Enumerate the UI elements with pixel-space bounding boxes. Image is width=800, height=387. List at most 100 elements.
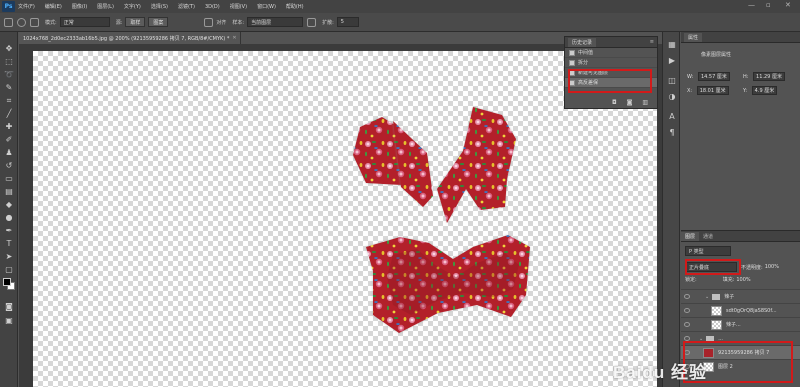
menu-view[interactable]: 视图(V) [230, 3, 247, 10]
layers-panel-tabs: 图层 通道 [681, 231, 800, 242]
close-document-icon[interactable]: ✕ [232, 35, 236, 41]
history-panel-header: 历史记录 ≡ [565, 37, 657, 48]
document-tab[interactable]: 1024x768_2d0ec2333ab16b5.jpg @ 200% (921… [19, 32, 241, 44]
properties-tab[interactable]: 属性 [684, 32, 703, 42]
healing-brush-tool-icon[interactable] [4, 17, 13, 27]
sample-select[interactable]: 当前图层 [247, 17, 304, 27]
stamp-tool-icon[interactable]: ♟ [4, 148, 14, 157]
adjustments-panel-icon[interactable]: ◑ [667, 92, 677, 101]
mode-select[interactable]: 正常 [59, 17, 110, 27]
menu-3d[interactable]: 3D(D) [205, 4, 220, 10]
menu-select[interactable]: 选择(S) [151, 3, 168, 10]
screen-mode-icon[interactable]: ▣ [4, 316, 14, 325]
healing-tool-icon[interactable]: ✚ [4, 122, 14, 131]
fill-value[interactable]: 100% [736, 277, 750, 283]
clone-source-icon[interactable] [30, 17, 39, 27]
source-sampled-button[interactable]: 取样 [125, 17, 146, 27]
layer-thumbnail [711, 305, 722, 316]
fill-label: 填充: [722, 277, 735, 283]
opacity-value[interactable]: 100% [765, 264, 779, 270]
y-label: Y: [743, 88, 748, 94]
history-item[interactable]: 中间值 [565, 48, 657, 58]
layer-kind-filter[interactable]: P 类型 [685, 246, 731, 256]
blur-tool-icon[interactable]: ◆ [4, 200, 14, 209]
menu-bar: Ps 文件(F) 编辑(E) 图像(I) 图层(L) 文字(Y) 选择(S) 滤… [0, 0, 800, 13]
lock-label: 锁定: [685, 277, 697, 283]
width-input[interactable]: 14.57 厘米 [697, 72, 730, 81]
chevron-down-icon[interactable]: ⌄ [705, 294, 709, 300]
lasso-tool-icon[interactable]: ➰ [4, 70, 14, 79]
quick-mask-icon[interactable]: ◙ [4, 302, 14, 311]
glyph-shape-group [353, 107, 530, 333]
tools-panel: ✥ ⬚ ➰ ✎ ⌗ ╱ ✚ ✐ ♟ ↺ ▭ ▤ ◆ ● ✒ T ➤ ▢ ◙ ▣ [0, 32, 18, 387]
spread-input[interactable]: 5 [336, 17, 359, 27]
menu-edit[interactable]: 编辑(E) [45, 3, 62, 10]
properties-panel-header: 属性 [681, 32, 800, 43]
menu-help[interactable]: 帮助(H) [286, 3, 304, 10]
history-brush-tool-icon[interactable]: ↺ [4, 161, 14, 170]
tab-channels[interactable]: 通道 [699, 232, 717, 241]
menu-file[interactable]: 文件(F) [18, 3, 35, 10]
minimize-button[interactable]: — [748, 1, 755, 9]
visibility-eye-icon[interactable] [684, 322, 690, 327]
shape-tool-icon[interactable]: ▢ [4, 265, 14, 274]
character-panel-icon[interactable]: A [667, 112, 677, 121]
actions-panel-icon[interactable]: ▶ [667, 56, 677, 65]
y-row: Y: 4.9 厘米 [743, 86, 778, 95]
align-label: 对齐 [216, 19, 227, 26]
crop-tool-icon[interactable]: ⌗ [4, 96, 14, 105]
history-tab[interactable]: 历史记录 [568, 37, 597, 47]
menu-window[interactable]: 窗口(W) [257, 3, 276, 10]
width-label: W: [687, 74, 694, 80]
foreground-color-swatch[interactable] [3, 278, 11, 286]
visibility-eye-icon[interactable] [684, 294, 690, 299]
layer-name: sdt0gOrQ8jaS8S0f... [726, 307, 777, 314]
type-tool-icon[interactable]: T [4, 239, 14, 248]
height-input[interactable]: 11.29 厘米 [753, 72, 785, 81]
eyedropper-tool-icon[interactable]: ╱ [4, 109, 14, 118]
history-item[interactable]: 拆分 [565, 58, 657, 68]
tab-layers[interactable]: 图层 [681, 231, 700, 241]
path-select-tool-icon[interactable]: ➤ [4, 252, 14, 261]
x-input[interactable]: 18.01 厘米 [696, 86, 729, 95]
history-footer-icons[interactable]: ◘ ◙ ▥ [612, 99, 652, 106]
history-state-icon [569, 59, 575, 66]
history-item-label: 中间值 [578, 50, 594, 56]
visibility-eye-icon[interactable] [684, 308, 690, 313]
source-pattern-button[interactable]: 图案 [148, 17, 169, 27]
highlight-box-blend-mode [685, 259, 741, 275]
brush-tool-icon[interactable]: ✐ [4, 135, 14, 144]
gradient-tool-icon[interactable]: ▤ [4, 187, 14, 196]
menu-layer[interactable]: 图层(L) [97, 3, 114, 10]
panel-menu-icon[interactable]: ≡ [650, 39, 654, 45]
close-window-button[interactable]: ✕ [785, 1, 791, 9]
layer-row[interactable]: sdt0gOrQ8jaS8S0f... [681, 303, 800, 317]
y-input[interactable]: 4.9 厘米 [751, 86, 778, 95]
history-panel-icon[interactable]: ▦ [667, 40, 677, 49]
history-panel: 历史记录 ≡ 中间值 拆分 新建可见图层 高反差保 ◘ ◙ ▥ [564, 36, 658, 109]
opacity-label: 不透明度: [741, 264, 763, 271]
height-label: H: [743, 74, 749, 80]
sample-label: 样本: [232, 19, 245, 26]
restore-button[interactable]: ▫ [766, 1, 771, 9]
folder-icon [712, 293, 721, 300]
x-label: X: [687, 88, 693, 94]
marquee-tool-icon[interactable]: ⬚ [4, 57, 14, 66]
paragraph-panel-icon[interactable]: ¶ [667, 128, 677, 137]
move-tool-icon[interactable]: ✥ [4, 44, 14, 53]
highlight-box-history [568, 69, 652, 93]
properties-panel: 属性 像素图层属性 W: 14.57 厘米 H: 11.29 厘米 X: 18.… [681, 32, 800, 230]
menu-image[interactable]: 图像(I) [72, 3, 87, 10]
ignore-adjustment-icon[interactable] [307, 17, 317, 27]
menu-filter[interactable]: 滤镜(T) [178, 3, 195, 10]
brush-preset-icon[interactable] [17, 17, 26, 27]
eraser-tool-icon[interactable]: ▭ [4, 174, 14, 183]
menu-type[interactable]: 文字(Y) [124, 3, 141, 10]
quick-select-tool-icon[interactable]: ✎ [4, 83, 14, 92]
pen-tool-icon[interactable]: ✒ [4, 226, 14, 235]
layer-row[interactable]: 辣子... [681, 317, 800, 331]
align-checkbox[interactable] [204, 17, 214, 27]
dodge-tool-icon[interactable]: ● [4, 213, 14, 222]
layer-group-row[interactable]: ⌄ 辣子 [681, 289, 800, 303]
properties-panel-icon[interactable]: ◫ [667, 76, 677, 85]
